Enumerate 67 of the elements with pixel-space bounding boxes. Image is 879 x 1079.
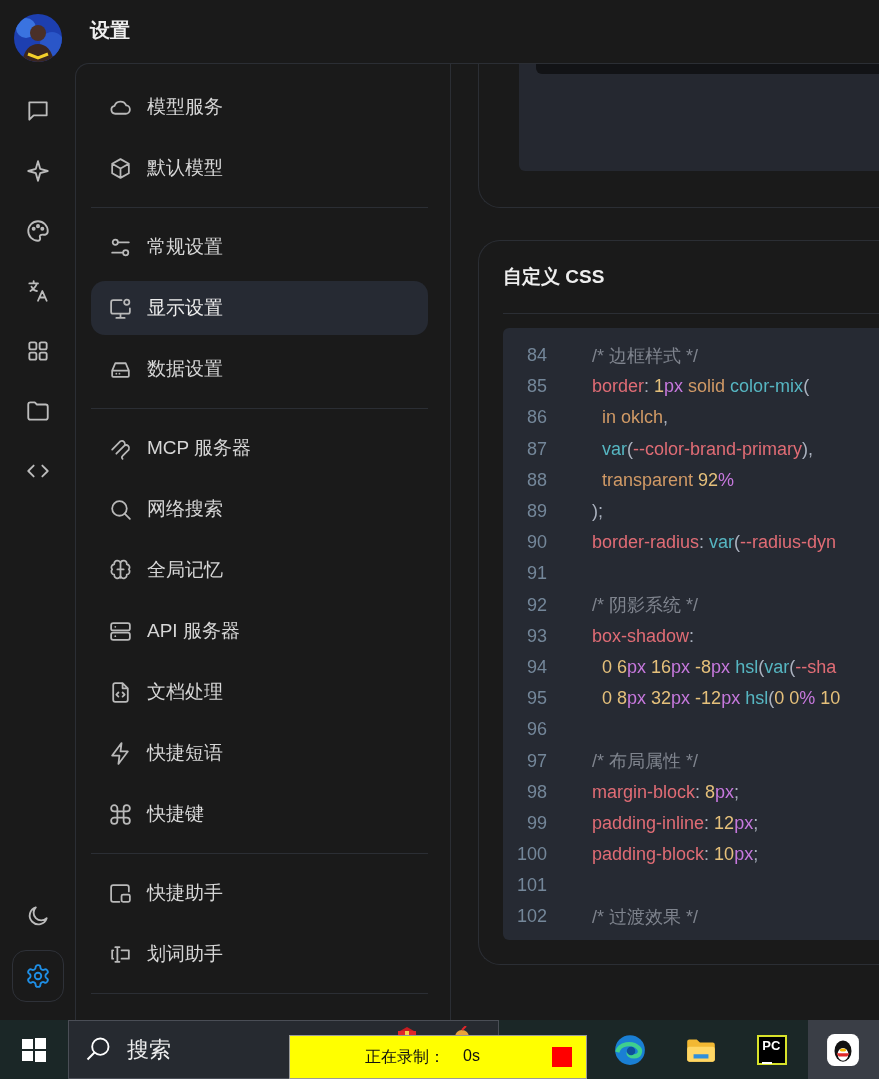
code-line: padding-inline: 12px; (592, 812, 759, 834)
menu-item[interactable]: API 服务器 (91, 604, 428, 658)
line-number: 90 (525, 532, 547, 554)
menu-item[interactable]: 常规设置 (91, 220, 428, 274)
line-number: 102 (515, 906, 547, 928)
command-key-icon (108, 801, 133, 827)
penguin-icon (826, 1032, 861, 1067)
code-line: in oklch, (601, 407, 669, 429)
line-number: 89 (525, 501, 547, 523)
cube-icon (108, 155, 133, 181)
line-number: 84 (525, 345, 547, 367)
menu-item[interactable]: 快捷助手 (91, 866, 428, 920)
code-line: /* 阴影系统 */ (592, 594, 698, 618)
line-number: 97 (525, 750, 547, 772)
menu-item[interactable]: 默认模型 (91, 141, 428, 195)
taskbar-app[interactable] (807, 1020, 879, 1079)
code-line: border-radius: var(--radius-dyn (592, 532, 837, 554)
line-number: 87 (525, 438, 547, 460)
code-editor[interactable] (503, 328, 879, 940)
browser-icon (612, 1032, 647, 1067)
card-title: 自定义 CSS (503, 265, 605, 289)
line-number: 101 (515, 875, 547, 897)
menu-item[interactable]: 数据设置 (91, 342, 428, 396)
code-line: transparent 92% (601, 469, 735, 491)
recording-time: 0s (463, 1046, 480, 1066)
windows-start-icon[interactable] (22, 1037, 47, 1062)
line-number: 100 (515, 844, 547, 866)
menu-item[interactable]: 全局记忆 (91, 543, 428, 597)
menu-item[interactable]: MCP 服务器 (91, 421, 428, 475)
code-line: 0 6px 16px -8px hsl(var(--sha (601, 656, 837, 678)
line-number: 86 (525, 407, 547, 429)
line-number: 85 (525, 376, 547, 398)
line-number: 92 (525, 594, 547, 616)
line-number: 91 (525, 563, 547, 585)
code-line: margin-block: 8px; (592, 781, 740, 803)
recording-status: 正在录制： (365, 1046, 445, 1067)
menu-item[interactable]: 快捷短语 (91, 726, 428, 780)
menu-item[interactable]: 显示设置 (91, 281, 428, 335)
folder-icon (24, 398, 51, 424)
menu-item[interactable]: 模型服务 (91, 80, 428, 134)
code-line: ); (592, 501, 603, 523)
code-line: /* 边框样式 */ (592, 344, 698, 368)
code-line: var(--color-brand-primary), (601, 438, 814, 460)
menu-item[interactable]: 网络搜索 (91, 482, 428, 536)
line-number: 98 (525, 781, 547, 803)
line-number: 95 (525, 688, 547, 710)
line-number: 96 (525, 719, 547, 741)
palette-icon (24, 218, 51, 244)
line-number: 99 (525, 812, 547, 834)
menu-item[interactable]: 文档处理 (91, 665, 428, 719)
settings-button[interactable] (11, 950, 64, 1002)
page-title: 设置 (90, 18, 130, 43)
taskbar-app[interactable]: PC (736, 1020, 808, 1079)
settings-icon (24, 963, 51, 989)
code-line: border: 1px solid color-mix( (592, 376, 810, 398)
code-line: box-shadow: (592, 625, 695, 647)
ide-icon: PC (757, 1034, 788, 1065)
code-line: padding-block: 10px; (592, 844, 759, 866)
code-line: /* 布局属性 */ (592, 750, 698, 774)
code-line: 0 8px 32px -12px hsl(0 0% 10 (601, 688, 841, 710)
menu-item[interactable]: 快捷键 (91, 787, 428, 841)
line-number: 88 (525, 469, 547, 491)
code-line: /* 过渡效果 */ (592, 905, 698, 929)
line-number: 93 (525, 625, 547, 647)
line-number: 94 (525, 656, 547, 678)
sparkle-icon (24, 158, 51, 184)
menu-item[interactable]: 划词助手 (91, 927, 428, 981)
